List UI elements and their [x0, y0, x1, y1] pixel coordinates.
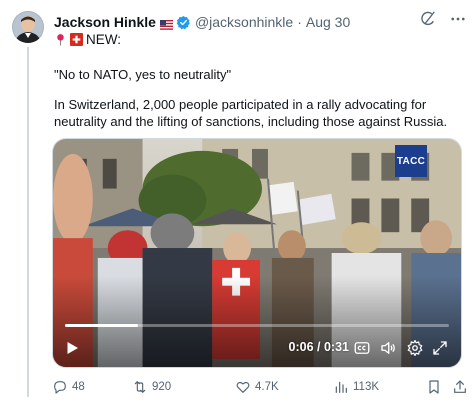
header-icons [419, 10, 467, 28]
tweet-card[interactable]: Jackson Hinkle @jacksonhinkle · Aug 30 N… [0, 0, 475, 403]
repost-icon [132, 379, 148, 395]
video-progress-fill [65, 324, 138, 327]
verified-badge-icon [176, 15, 191, 30]
bookmark-icon [426, 379, 442, 395]
repost-count: 920 [152, 381, 172, 393]
action-bar: 48 920 4.7K 113K [52, 379, 470, 399]
volume-icon[interactable] [379, 339, 397, 357]
tweet-header: Jackson Hinkle @jacksonhinkle · Aug 30 [54, 13, 350, 31]
thread-line [27, 47, 29, 397]
share-button[interactable] [452, 379, 468, 395]
video-controls: 0:06 / 0:31 [53, 329, 461, 367]
tweet-quote: "No to NATO, yes to neutrality" [54, 67, 232, 82]
share-icon [452, 379, 468, 395]
tweet-first-line: NEW: [54, 32, 121, 47]
views-icon [333, 379, 349, 395]
swiss-flag-icon [70, 33, 83, 46]
avatar-ring [12, 11, 44, 43]
author-name[interactable]: Jackson Hinkle [54, 14, 156, 30]
more-options-icon[interactable] [449, 10, 467, 28]
like-button[interactable]: 4.7K [235, 379, 279, 395]
video-time: 0:06 / 0:31 [288, 340, 349, 354]
views-count: 113K [353, 381, 380, 393]
repost-button[interactable]: 920 [132, 379, 171, 395]
author-handle[interactable]: @jacksonhinkle [195, 14, 293, 30]
like-count: 4.7K [255, 381, 279, 393]
play-icon[interactable] [63, 339, 81, 357]
us-flag-icon [159, 17, 173, 30]
tweet-body: In Switzerland, 2,000 people participate… [54, 97, 448, 129]
tass-watermark: TACC [395, 145, 427, 177]
reply-count: 48 [72, 381, 85, 393]
avatar[interactable] [12, 11, 44, 43]
new-label: NEW: [86, 32, 122, 47]
tweet-date[interactable]: Aug 30 [306, 14, 350, 30]
fullscreen-icon[interactable] [431, 339, 449, 357]
captions-icon[interactable] [353, 339, 371, 357]
reply-icon [52, 379, 68, 395]
bookmark-button[interactable] [426, 379, 442, 395]
reply-button[interactable]: 48 [52, 379, 85, 395]
grok-icon[interactable] [419, 10, 437, 28]
separator-dot: · [297, 14, 302, 30]
pin-icon [54, 33, 67, 46]
video-progress-bar[interactable] [65, 324, 449, 327]
gear-icon[interactable] [406, 339, 424, 357]
video-player[interactable]: TACC 0:06 / 0:31 [52, 138, 462, 368]
heart-icon [235, 379, 251, 395]
views-button[interactable]: 113K [333, 379, 379, 395]
